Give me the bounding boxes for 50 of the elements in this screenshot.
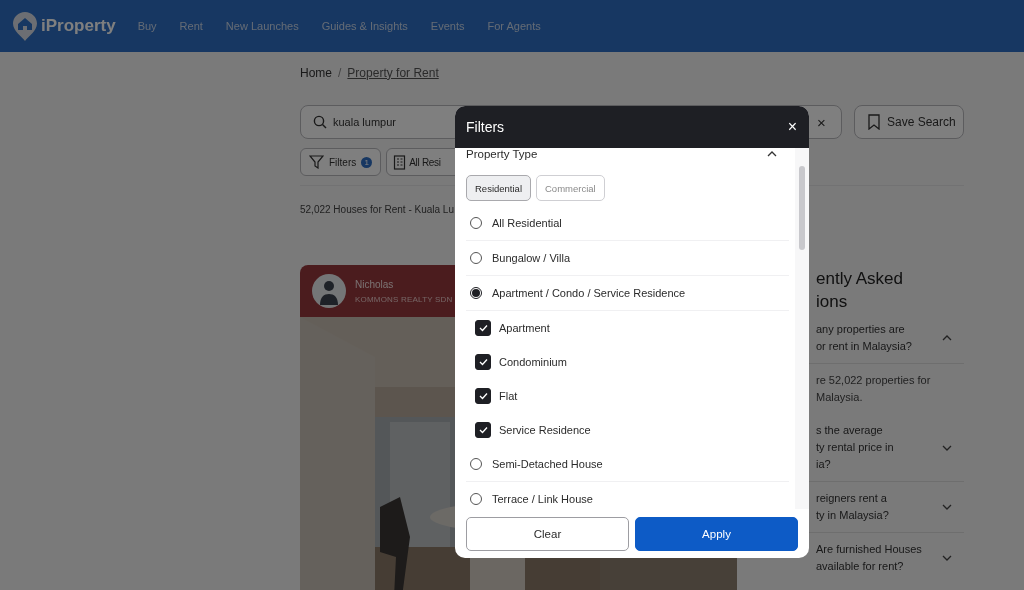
option-label: Bungalow / Villa [492,252,571,264]
count-badge: 1 [361,156,373,168]
nav-link[interactable]: Buy [137,20,157,32]
faq-answer: re 52,022 properties for Malaysia. [815,373,932,405]
logo-icon [12,10,38,42]
bookmark-icon [867,114,881,130]
funnel-icon [309,155,324,169]
nav-link[interactable]: Events [430,20,465,32]
option-label: Service Residence [499,424,591,436]
save-search-button[interactable]: Save Search [854,105,964,139]
agency-name: KOMMONS REALTY SDN [355,294,453,304]
check-icon [478,426,488,434]
search-icon [313,115,327,129]
option-label: Condominium [499,356,567,368]
avatar-icon [312,274,346,308]
checkbox[interactable] [475,354,491,370]
checkbox[interactable] [475,320,491,336]
clear-button[interactable]: Clear [466,517,629,551]
faq-heading: ently Asked ions [815,268,904,313]
radio-button[interactable] [470,287,482,299]
close-button[interactable]: × [787,118,797,136]
modal-title: Filters [466,119,505,135]
apply-button[interactable]: Apply [635,517,798,551]
option-label: Terrace / Link House [492,493,593,505]
nav-link[interactable]: Rent [179,20,203,32]
check-icon [478,358,488,366]
nav-link[interactable]: Guides & Insights [321,20,408,32]
scrollbar[interactable] [795,148,809,509]
option-label: Apartment [499,322,550,334]
section-header[interactable]: Property Type [466,148,795,160]
nav-link[interactable]: New Launches [225,20,299,32]
option-label: Semi-Detached House [492,458,603,470]
type-tab[interactable]: Commercial [536,175,605,201]
option-label: Flat [499,390,518,402]
building-icon [393,154,407,170]
breadcrumb-link[interactable]: Home [300,65,332,80]
agent-name: Nicholas [355,278,395,290]
checkbox[interactable] [475,388,491,404]
breadcrumb-separator: / [338,65,342,80]
option-label: Apartment / Condo / Service Residence [492,287,686,299]
check-icon [478,324,488,332]
filters-button[interactable]: Filters 1 [300,148,382,176]
results-count: 52,022 Houses for Rent - Kuala Lu [300,204,455,215]
checkbox[interactable] [475,422,491,438]
breadcrumb-link[interactable]: Property for Rent [347,65,439,80]
type-tab[interactable]: Residential [466,175,531,201]
brand-logo[interactable]: iProperty [41,16,116,36]
check-icon [478,392,488,400]
nav-link[interactable]: For Agents [487,20,541,32]
option-label: All Residential [492,217,562,229]
